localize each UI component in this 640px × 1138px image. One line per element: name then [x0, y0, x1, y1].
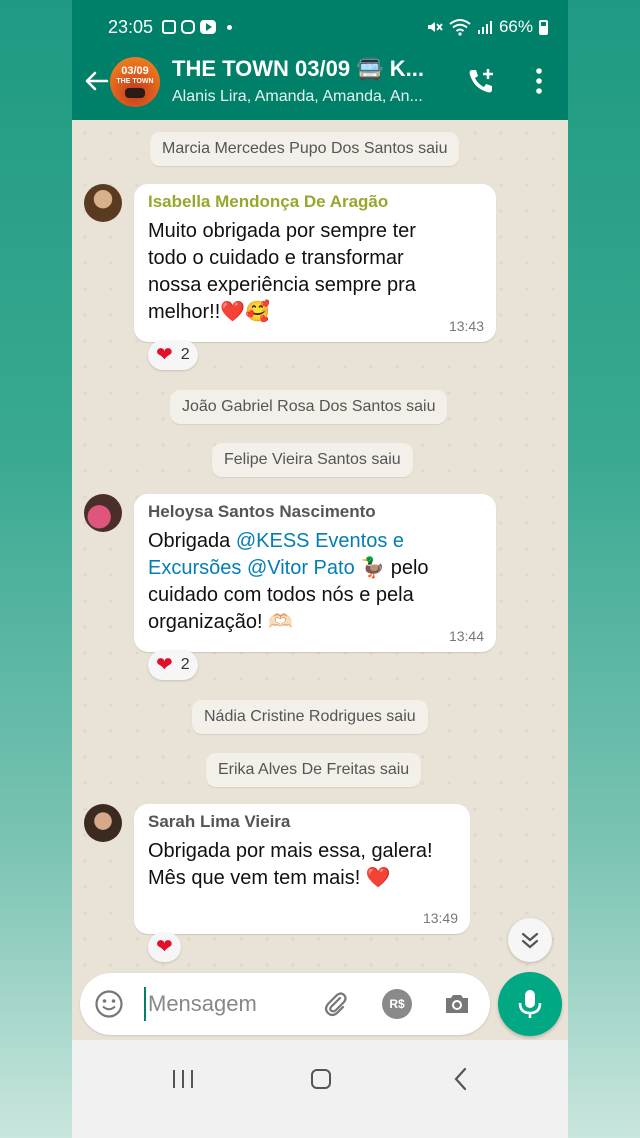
system-notice: Marcia Mercedes Pupo Dos Santos saiu — [150, 132, 460, 166]
recent-apps-icon[interactable] — [168, 1064, 198, 1094]
avatar[interactable] — [84, 184, 122, 222]
group-avatar-date: 03/09 — [121, 65, 149, 77]
emoji-icon[interactable] — [94, 989, 124, 1019]
system-notice: Nádia Cristine Rodrigues saiu — [192, 700, 428, 734]
message-sender[interactable]: Heloysa Santos Nascimento — [148, 502, 482, 522]
status-right: 66% — [425, 17, 548, 37]
mute-icon — [427, 22, 443, 32]
add-call-icon[interactable] — [464, 64, 498, 98]
signal-icon — [477, 21, 492, 34]
instagram-notification-icon — [181, 20, 195, 34]
phone-screen: 23:05 66% 03/09 THE TOWN THE TOWN 03/09 … — [72, 0, 568, 1138]
message-line: organização! 🫶🏻 — [148, 611, 293, 633]
chat-area[interactable]: Marcia Mercedes Pupo Dos Santos saiu Isa… — [72, 120, 568, 1040]
reaction-count: 2 — [180, 656, 190, 673]
camera-icon[interactable] — [442, 989, 472, 1019]
message-line: melhor!!❤️🥰 — [148, 301, 271, 323]
message-text: Muito obrigada por sempre ter todo o cui… — [148, 218, 482, 326]
message-sender[interactable]: Isabella Mendonça De Aragão — [148, 192, 482, 212]
chat-participants[interactable]: Alanis Lira, Amanda, Amanda, An... — [172, 88, 452, 106]
back-nav-icon[interactable] — [446, 1064, 476, 1094]
heart-reaction-icon: ❤ — [156, 936, 173, 958]
message-text: Obrigada @KESS Eventos e Excursões @Vito… — [148, 528, 482, 636]
more-options-icon[interactable] — [522, 64, 556, 98]
system-navigation-bar — [72, 1040, 568, 1138]
message-reaction[interactable]: ❤ 2 — [148, 650, 198, 680]
status-time: 23:05 — [108, 17, 154, 37]
scroll-to-bottom-button[interactable] — [508, 918, 552, 962]
avatar[interactable] — [84, 804, 122, 842]
message-sender[interactable]: Sarah Lima Vieira — [148, 812, 456, 832]
message-line: cuidado com todos nós e pela — [148, 584, 414, 606]
double-chevron-down-icon — [521, 932, 539, 949]
battery-icon — [539, 19, 548, 35]
attach-icon[interactable] — [320, 989, 350, 1019]
message-line: todo o cuidado e transformar — [148, 247, 404, 269]
message-reaction[interactable]: ❤ 2 — [148, 340, 198, 370]
system-notice: Felipe Vieira Santos saiu — [212, 443, 413, 477]
more-notifications-icon — [227, 25, 232, 30]
message-bubble[interactable]: Heloysa Santos Nascimento Obrigada @KESS… — [134, 494, 496, 652]
back-arrow-icon[interactable] — [82, 66, 112, 96]
payment-icon[interactable]: R$ — [382, 989, 412, 1019]
message-bubble[interactable]: Sarah Lima Vieira Obrigada por mais essa… — [134, 804, 470, 934]
message-time: 13:49 — [422, 910, 458, 926]
system-notice: João Gabriel Rosa Dos Santos saiu — [170, 390, 448, 424]
voice-message-button[interactable] — [498, 972, 562, 1036]
group-avatar[interactable]: 03/09 THE TOWN — [110, 57, 160, 107]
mention-link[interactable]: @Vitor Pato — [247, 557, 355, 579]
status-bar: 23:05 66% — [72, 0, 568, 56]
message-time: 13:44 — [448, 628, 484, 644]
reaction-count: 2 — [180, 346, 190, 363]
message-bubble[interactable]: Isabella Mendonça De Aragão Muito obriga… — [134, 184, 496, 342]
battery-level: 66% — [498, 17, 533, 36]
heart-reaction-icon: ❤ — [156, 344, 173, 366]
message-reaction[interactable]: ❤ — [148, 932, 181, 962]
message-line: Mês que vem tem mais! ❤️ — [148, 867, 391, 889]
notification-icons — [162, 20, 232, 34]
message-line: nossa experiência sempre pra — [148, 274, 416, 296]
gallery-notification-icon — [162, 20, 176, 34]
message-line: 🦆 pelo — [354, 557, 429, 579]
message-text: Obrigada por mais essa, galera! Mês que … — [148, 838, 456, 892]
message-composer: R$ — [80, 973, 490, 1035]
heart-reaction-icon: ❤ — [156, 654, 173, 676]
youtube-notification-icon — [200, 20, 216, 34]
home-icon[interactable] — [306, 1064, 336, 1094]
microphone-icon — [518, 990, 542, 1018]
group-avatar-figure — [125, 88, 145, 98]
system-notice: Erika Alves De Freitas saiu — [206, 753, 422, 787]
mention-link[interactable]: @KESS Eventos e — [236, 530, 404, 552]
chat-title[interactable]: THE TOWN 03/09 🚍 K... — [172, 56, 452, 82]
group-avatar-name: THE TOWN — [116, 78, 154, 85]
chat-header: 23:05 66% 03/09 THE TOWN THE TOWN 03/09 … — [72, 0, 568, 120]
wifi-icon — [449, 19, 471, 36]
message-line: Muito obrigada por sempre ter — [148, 220, 416, 242]
message-line: Obrigada por mais essa, galera! — [148, 840, 433, 862]
message-input[interactable] — [144, 987, 304, 1021]
avatar[interactable] — [84, 494, 122, 532]
message-line: Obrigada — [148, 530, 236, 552]
mention-link[interactable]: Excursões — [148, 557, 241, 579]
message-time: 13:43 — [448, 318, 484, 334]
